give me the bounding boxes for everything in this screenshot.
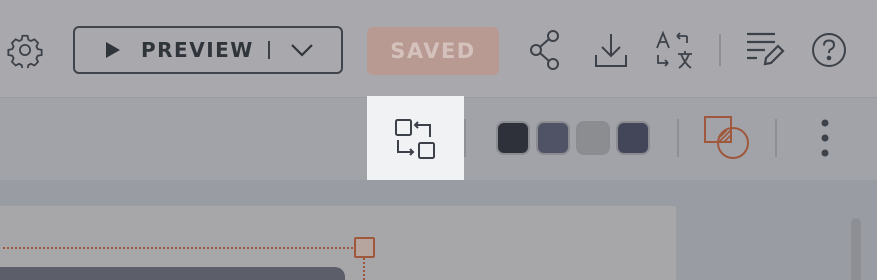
color-swatch-2[interactable] bbox=[536, 121, 570, 155]
more-options-button[interactable] bbox=[815, 118, 835, 158]
settings-button[interactable] bbox=[6, 31, 44, 69]
gear-icon bbox=[7, 34, 43, 68]
swap-layout-button[interactable] bbox=[367, 96, 464, 182]
more-vertical-icon bbox=[821, 119, 829, 157]
shape-icon bbox=[704, 116, 749, 159]
color-swatch-1[interactable] bbox=[496, 121, 530, 155]
color-swatch-3[interactable] bbox=[576, 121, 610, 155]
resize-handle[interactable] bbox=[354, 237, 375, 258]
saved-button[interactable]: SAVED bbox=[367, 27, 499, 75]
subtoolbar-divider bbox=[775, 119, 777, 157]
download-icon bbox=[595, 34, 627, 67]
chevron-down-icon[interactable] bbox=[289, 40, 315, 60]
share-icon bbox=[530, 30, 559, 70]
subtoolbar-divider bbox=[464, 119, 466, 157]
play-icon bbox=[106, 42, 120, 58]
preview-button[interactable]: PREVIEW bbox=[73, 26, 343, 74]
swap-layout-icon bbox=[394, 119, 435, 159]
toolbar-divider bbox=[719, 34, 721, 66]
share-button[interactable] bbox=[526, 28, 564, 72]
edit-notes-icon bbox=[747, 32, 785, 66]
subtoolbar-divider bbox=[677, 119, 679, 157]
color-swatch-4[interactable] bbox=[616, 121, 650, 155]
translate-button[interactable] bbox=[654, 30, 694, 72]
translate-icon bbox=[656, 30, 692, 69]
preview-divider bbox=[268, 41, 270, 59]
help-button[interactable] bbox=[810, 31, 848, 69]
shape-button[interactable] bbox=[703, 114, 751, 162]
download-button[interactable] bbox=[592, 30, 630, 70]
preview-label: PREVIEW bbox=[141, 38, 254, 62]
edit-notes-button[interactable] bbox=[744, 30, 786, 70]
help-icon bbox=[812, 33, 846, 67]
selection-outline bbox=[0, 247, 365, 280]
scrollbar[interactable] bbox=[851, 218, 861, 280]
